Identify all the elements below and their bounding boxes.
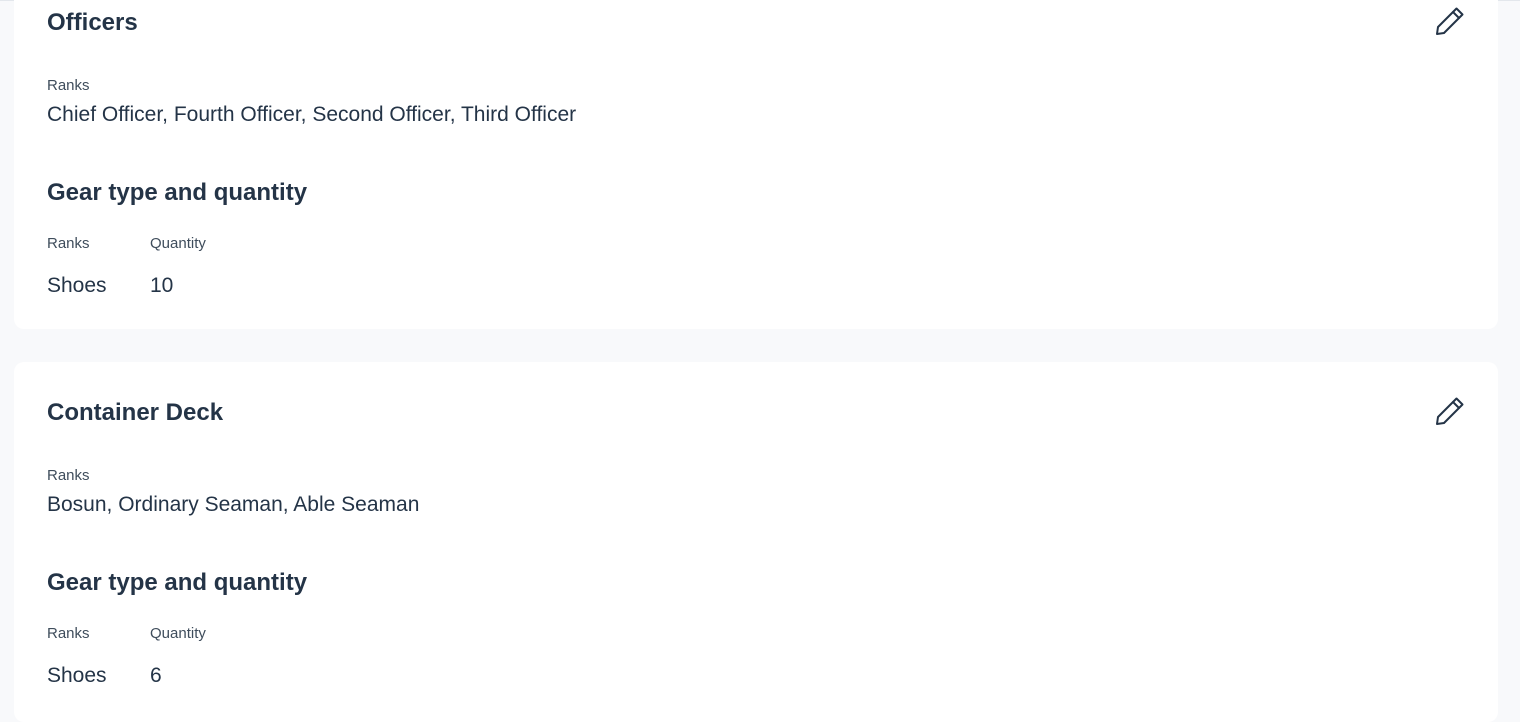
- gear-column-rank: Ranks Shoes: [47, 625, 150, 688]
- gear-type-cell: Shoes: [47, 664, 107, 687]
- gear-section-title: Gear type and quantity: [47, 569, 308, 596]
- gear-header-rank: Ranks: [47, 625, 90, 642]
- edit-pencil-icon[interactable]: [1432, 3, 1468, 39]
- edit-pencil-icon[interactable]: [1432, 393, 1468, 429]
- gear-column-quantity: Quantity 10: [150, 235, 270, 298]
- crew-group-card-container-deck: Container Deck Ranks Bosun, Ordinary Sea…: [14, 362, 1498, 722]
- gear-table: Ranks Shoes Quantity 6: [47, 625, 270, 688]
- gear-section-title: Gear type and quantity: [47, 179, 308, 206]
- group-title: Container Deck: [47, 399, 224, 426]
- ranks-label: Ranks: [47, 467, 90, 484]
- gear-table: Ranks Shoes Quantity 10: [47, 235, 270, 298]
- gear-quantity-cell: 6: [150, 664, 162, 687]
- ranks-value: Chief Officer, Fourth Officer, Second Of…: [47, 103, 577, 126]
- ranks-label: Ranks: [47, 77, 90, 94]
- gear-header-quantity: Quantity: [150, 235, 206, 252]
- gear-quantity-cell: 10: [150, 274, 174, 297]
- gear-column-quantity: Quantity 6: [150, 625, 270, 688]
- crew-group-card-officers: Officers Ranks Chief Officer, Fourth Off…: [14, 0, 1498, 329]
- gear-column-rank: Ranks Shoes: [47, 235, 150, 298]
- gear-header-rank: Ranks: [47, 235, 90, 252]
- gear-type-cell: Shoes: [47, 274, 107, 297]
- gear-header-quantity: Quantity: [150, 625, 206, 642]
- group-title: Officers: [47, 9, 138, 36]
- ranks-value: Bosun, Ordinary Seaman, Able Seaman: [47, 493, 420, 516]
